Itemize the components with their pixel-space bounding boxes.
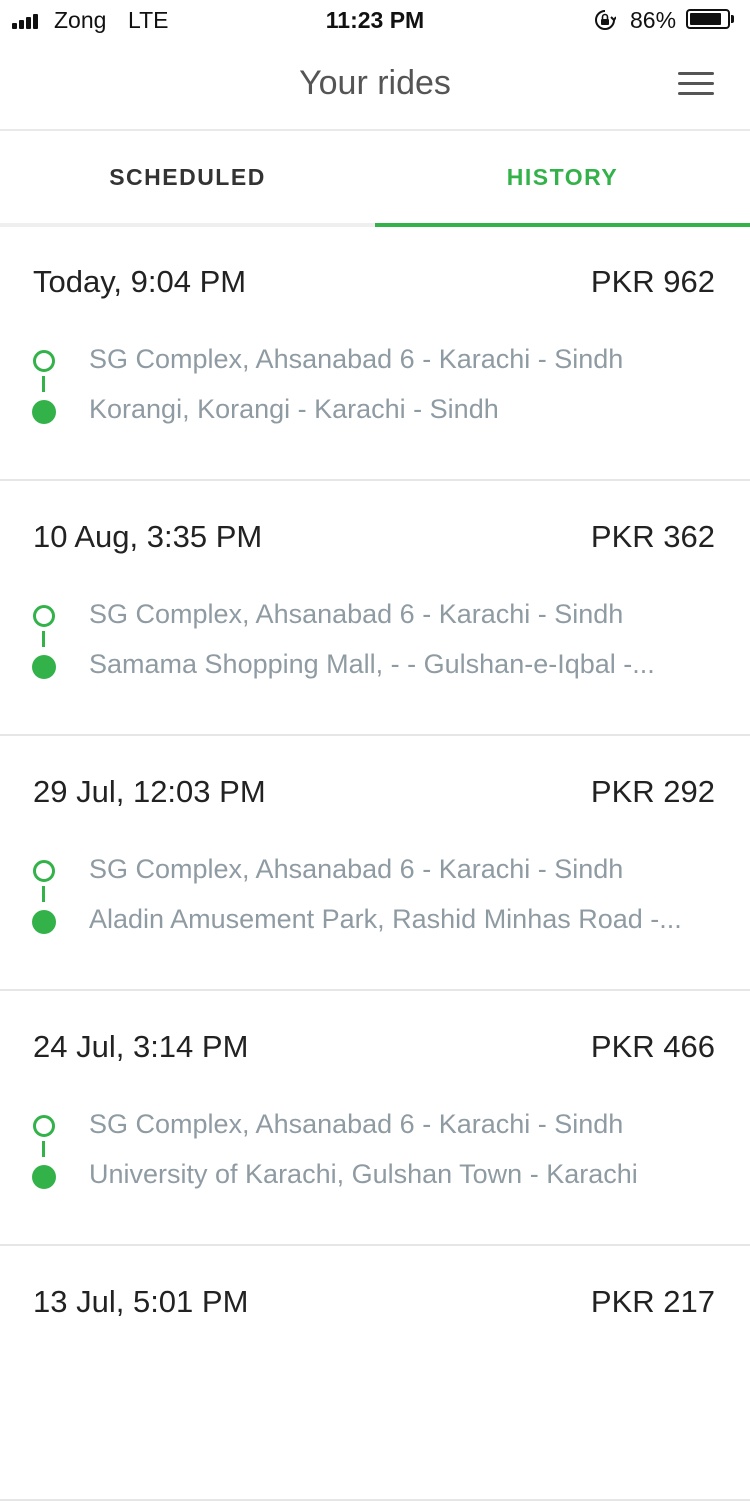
- dropoff-address: Korangi, Korangi - Karachi - Sindh: [89, 394, 499, 424]
- ride-item[interactable]: 29 Jul, 12:03 PM PKR 292 SG Complex, Ahs…: [0, 736, 750, 991]
- tab-history[interactable]: HISTORY: [375, 131, 750, 223]
- ride-date: 10 Aug, 3:35 PM: [33, 519, 263, 554]
- page-title: Your rides: [299, 64, 451, 102]
- hamburger-menu-icon[interactable]: [678, 72, 714, 96]
- ride-item[interactable]: 13 Jul, 5:01 PM PKR 217: [0, 1246, 750, 1501]
- dropoff-dot-icon: [32, 1165, 56, 1189]
- route-line: [42, 886, 45, 902]
- battery-icon: [686, 9, 730, 29]
- battery-percent: 86%: [630, 7, 677, 33]
- ride-item[interactable]: Today, 9:04 PM PKR 962 SG Complex, Ahsan…: [0, 226, 750, 481]
- ride-fare: PKR 217: [590, 1284, 715, 1319]
- pickup-address: SG Complex, Ahsanabad 6 - Karachi - Sind…: [89, 344, 624, 374]
- ride-item[interactable]: 10 Aug, 3:35 PM PKR 362 SG Complex, Ahsa…: [0, 481, 750, 736]
- ride-date: Today, 9:04 PM: [33, 264, 247, 299]
- rotation-lock-icon: [595, 10, 616, 30]
- ride-date: 24 Jul, 3:14 PM: [33, 1029, 249, 1064]
- battery-tip: [731, 15, 734, 23]
- ride-fare: PKR 962: [590, 264, 715, 299]
- ride-date: 13 Jul, 5:01 PM: [33, 1284, 249, 1319]
- dropoff-dot-icon: [32, 655, 56, 679]
- ride-fare: PKR 466: [590, 1029, 715, 1064]
- pickup-address: SG Complex, Ahsanabad 6 - Karachi - Sind…: [89, 1109, 624, 1139]
- route-line: [42, 631, 45, 647]
- ride-item[interactable]: 24 Jul, 3:14 PM PKR 466 SG Complex, Ahsa…: [0, 991, 750, 1246]
- route-line: [42, 1141, 45, 1157]
- battery-level: [690, 13, 721, 25]
- ride-list: Today, 9:04 PM PKR 962 SG Complex, Ahsan…: [0, 226, 750, 1501]
- tab-scheduled[interactable]: SCHEDULED: [0, 131, 375, 223]
- ride-fare: PKR 292: [590, 774, 715, 809]
- pickup-address: SG Complex, Ahsanabad 6 - Karachi - Sind…: [89, 599, 624, 629]
- dropoff-address: University of Karachi, Gulshan Town - Ka…: [89, 1159, 638, 1189]
- ride-tabs: SCHEDULED HISTORY: [0, 131, 750, 227]
- ride-fare: PKR 362: [590, 519, 715, 554]
- route-line: [42, 376, 45, 392]
- ride-date: 29 Jul, 12:03 PM: [33, 774, 266, 809]
- dropoff-address: Aladin Amusement Park, Rashid Minhas Roa…: [89, 904, 682, 934]
- pickup-dot-icon: [33, 350, 55, 372]
- pickup-address: SG Complex, Ahsanabad 6 - Karachi - Sind…: [89, 854, 624, 884]
- pickup-dot-icon: [33, 1115, 55, 1137]
- pickup-dot-icon: [33, 605, 55, 627]
- dropoff-address: Samama Shopping Mall, - - Gulshan-e-Iqba…: [89, 649, 655, 679]
- status-bar: Zong LTE 11:23 PM 86%: [0, 0, 750, 40]
- dropoff-dot-icon: [32, 400, 56, 424]
- pickup-dot-icon: [33, 860, 55, 882]
- header: Your rides: [0, 40, 750, 131]
- dropoff-dot-icon: [32, 910, 56, 934]
